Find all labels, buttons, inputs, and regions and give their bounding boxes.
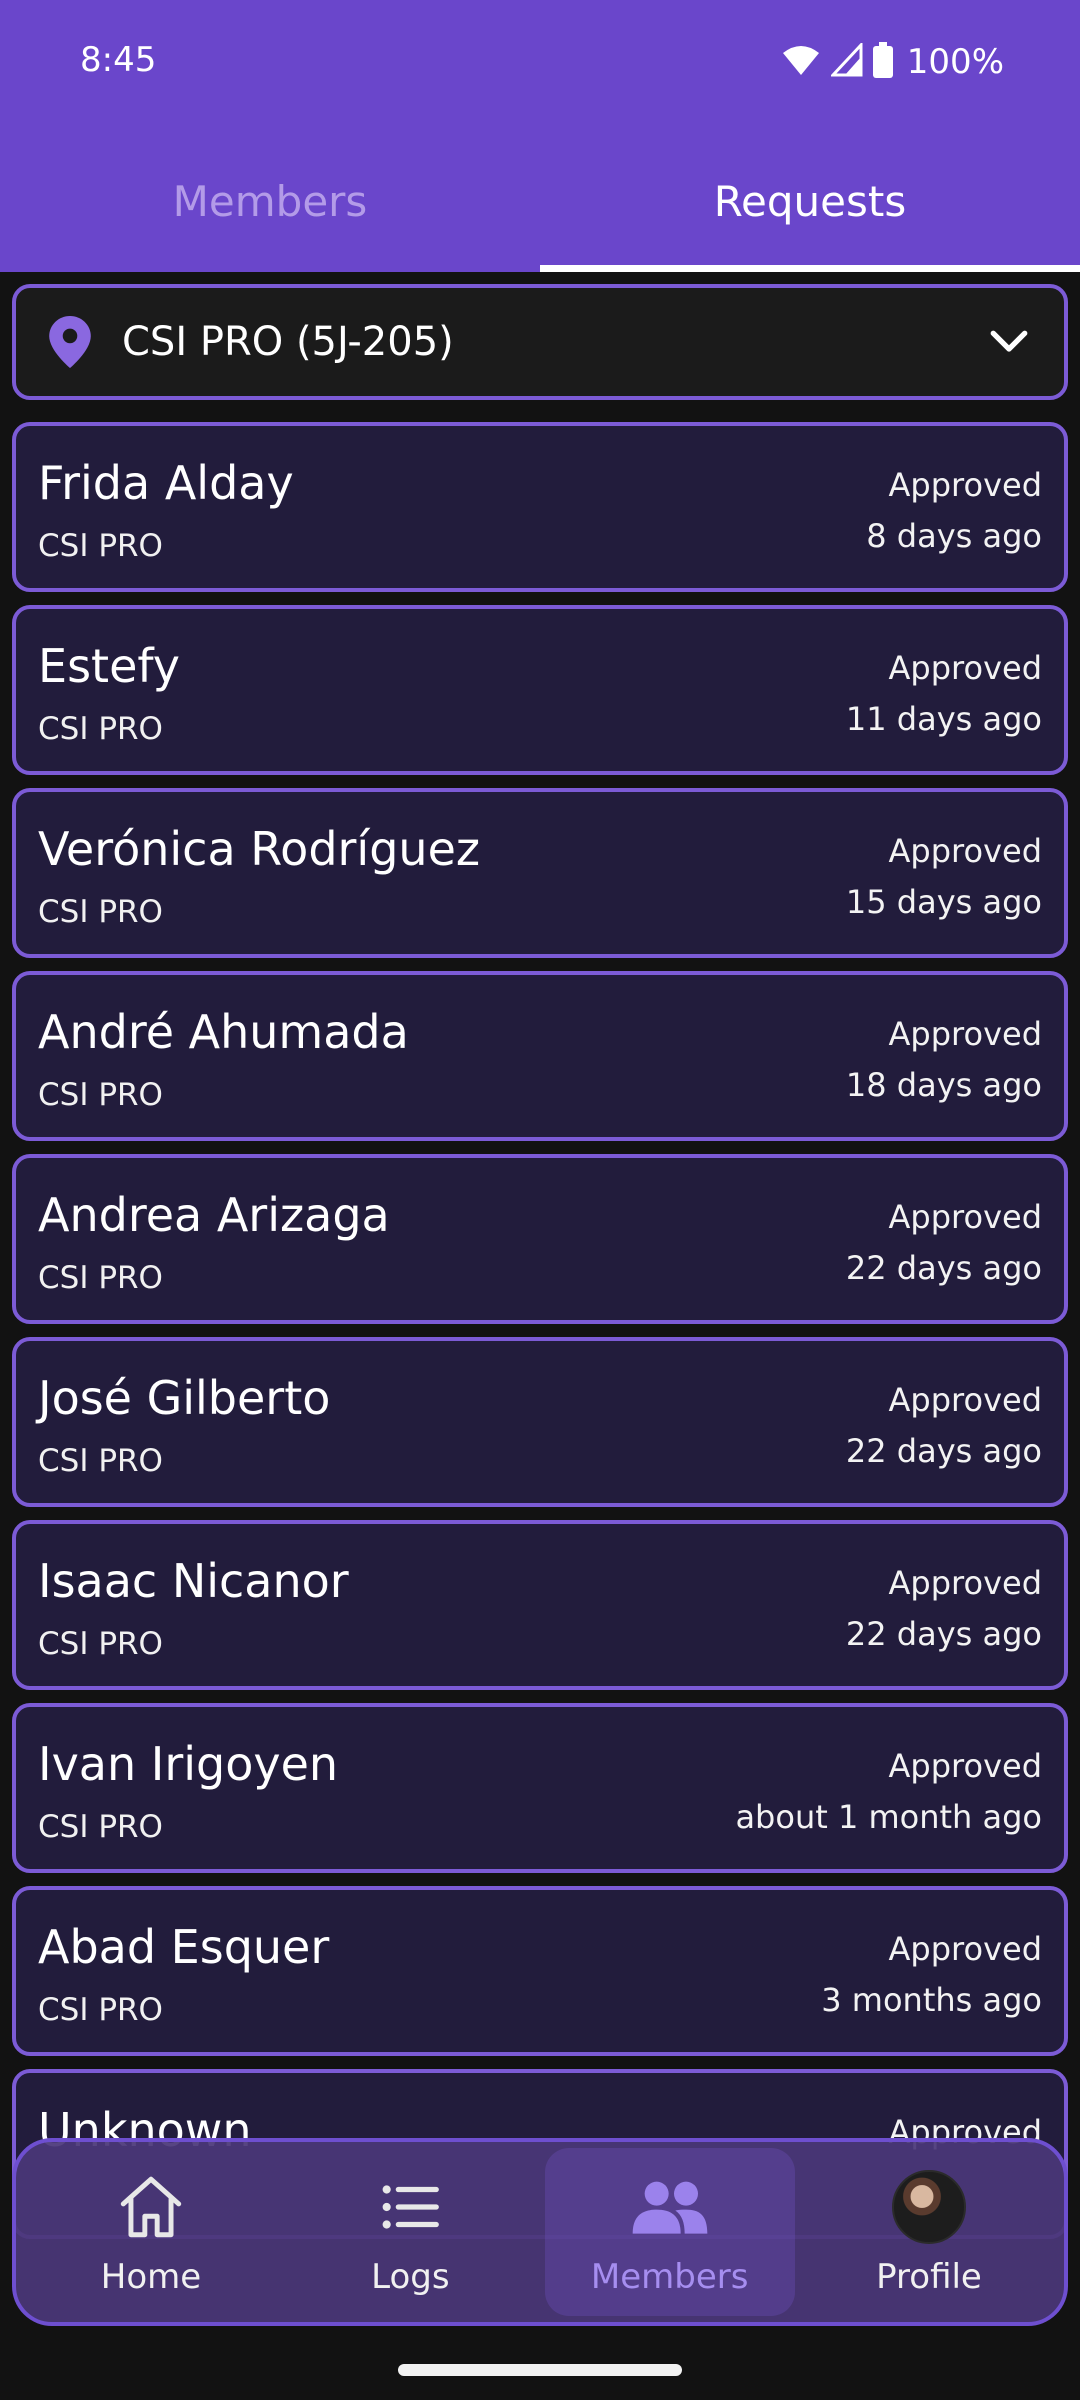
- request-time: 3 months ago: [821, 1981, 1042, 2019]
- nav-logs[interactable]: Logs: [285, 2148, 535, 2316]
- members-icon: [632, 2181, 707, 2234]
- member-name: Isaac Nicanor: [38, 1554, 349, 1608]
- request-time: 22 days ago: [845, 1249, 1042, 1287]
- request-card[interactable]: Ivan Irigoyen CSI PRO Approved about 1 m…: [12, 1703, 1068, 1873]
- request-card[interactable]: André Ahumada CSI PRO Approved 18 days a…: [12, 971, 1068, 1141]
- member-name: André Ahumada: [38, 1005, 409, 1059]
- member-org: CSI PRO: [38, 894, 163, 930]
- chevron-down-icon: [990, 330, 1028, 352]
- request-list: Frida Alday CSI PRO Approved 8 days ago …: [12, 422, 1068, 2252]
- tab-bar: Members Requests: [0, 130, 1080, 272]
- member-org: CSI PRO: [38, 1809, 163, 1845]
- wifi-icon: [781, 43, 821, 81]
- request-card[interactable]: Andrea Arizaga CSI PRO Approved 22 days …: [12, 1154, 1068, 1324]
- bottom-nav: Home Logs Members Profile: [12, 2138, 1068, 2326]
- member-name: Frida Alday: [38, 456, 294, 510]
- tab-members[interactable]: Members: [0, 130, 540, 272]
- nav-members[interactable]: Members: [544, 2148, 795, 2316]
- nav-home-label: Home: [100, 2257, 202, 2297]
- request-card[interactable]: Frida Alday CSI PRO Approved 8 days ago: [12, 422, 1068, 592]
- request-time: 15 days ago: [845, 883, 1042, 921]
- location-dropdown[interactable]: CSI PRO (5J-205): [12, 284, 1068, 400]
- request-time: 18 days ago: [845, 1066, 1042, 1104]
- request-card[interactable]: Isaac Nicanor CSI PRO Approved 22 days a…: [12, 1520, 1068, 1690]
- battery-percent: 100%: [906, 42, 1004, 82]
- battery-icon: [872, 42, 893, 82]
- avatar: [891, 2170, 966, 2244]
- request-status: Approved: [888, 1564, 1042, 1602]
- member-org: CSI PRO: [38, 528, 163, 564]
- tab-requests[interactable]: Requests: [540, 130, 1080, 272]
- nav-profile-label: Profile: [876, 2257, 982, 2297]
- request-card[interactable]: Verónica Rodríguez CSI PRO Approved 15 d…: [12, 788, 1068, 958]
- member-name: Abad Esquer: [38, 1920, 330, 1974]
- requests-content: CSI PRO (5J-205) Frida Alday CSI PRO App…: [0, 272, 1080, 2332]
- member-org: CSI PRO: [38, 1626, 163, 1662]
- member-org: CSI PRO: [38, 1443, 163, 1479]
- location-pin-icon: [49, 316, 91, 368]
- request-status: Approved: [888, 1198, 1042, 1236]
- member-org: CSI PRO: [38, 1260, 163, 1296]
- gesture-handle[interactable]: [398, 2364, 682, 2376]
- request-time: 8 days ago: [866, 517, 1042, 555]
- request-status: Approved: [888, 1381, 1042, 1419]
- location-dropdown-value: CSI PRO (5J-205): [122, 319, 454, 365]
- request-time: 22 days ago: [845, 1432, 1042, 1470]
- request-time: 11 days ago: [845, 700, 1042, 738]
- request-time: 22 days ago: [845, 1615, 1042, 1653]
- member-name: Verónica Rodríguez: [38, 822, 481, 876]
- request-status: Approved: [888, 466, 1042, 504]
- member-name: Estefy: [38, 639, 180, 693]
- member-org: CSI PRO: [38, 1992, 163, 2028]
- request-card[interactable]: José Gilberto CSI PRO Approved 22 days a…: [12, 1337, 1068, 1507]
- nav-home[interactable]: Home: [26, 2148, 276, 2316]
- status-bar: 8:45 100%: [0, 0, 1080, 130]
- home-icon: [120, 2176, 182, 2238]
- member-name: Andrea Arizaga: [38, 1188, 390, 1242]
- request-card[interactable]: Abad Esquer CSI PRO Approved 3 months ag…: [12, 1886, 1068, 2056]
- nav-profile[interactable]: Profile: [804, 2148, 1054, 2316]
- app-header: 8:45 100% Members Requests: [0, 0, 1080, 272]
- request-status: Approved: [888, 649, 1042, 687]
- member-org: CSI PRO: [38, 1077, 163, 1113]
- list-icon: [382, 2185, 440, 2229]
- request-time: about 1 month ago: [735, 1798, 1042, 1836]
- request-status: Approved: [888, 1747, 1042, 1785]
- member-org: CSI PRO: [38, 711, 163, 747]
- status-time: 8:45: [80, 40, 157, 80]
- member-name: José Gilberto: [38, 1371, 331, 1425]
- request-status: Approved: [888, 832, 1042, 870]
- signal-icon: [829, 41, 863, 81]
- member-name: Ivan Irigoyen: [38, 1737, 339, 1791]
- nav-members-label: Members: [590, 2257, 749, 2297]
- status-icons: 100%: [781, 40, 1004, 84]
- nav-logs-label: Logs: [371, 2257, 450, 2297]
- request-card[interactable]: Estefy CSI PRO Approved 11 days ago: [12, 605, 1068, 775]
- request-status: Approved: [888, 1930, 1042, 1968]
- request-status: Approved: [888, 1015, 1042, 1053]
